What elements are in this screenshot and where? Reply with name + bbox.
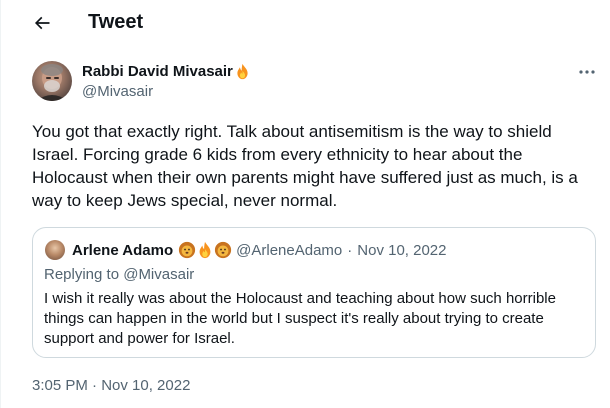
quoted-author-name: Arlene Adamo: [72, 241, 174, 259]
fire-icon: [237, 63, 248, 80]
arrow-left-icon: [34, 16, 50, 30]
page-header: Tweet: [1, 0, 610, 45]
author-handle[interactable]: @Mivasair: [82, 82, 153, 101]
author-name[interactable]: Rabbi David Mivasair: [82, 62, 233, 81]
lion-icon: [179, 241, 196, 259]
avatar-image: [36, 64, 68, 101]
fire-icon: [199, 241, 211, 259]
quoted-tweet-time[interactable]: Nov 10, 2022: [357, 241, 446, 260]
quoted-tweet-header: Arlene Adamo @ArleneAdamo · Nov 10, 2022: [72, 239, 447, 261]
quoted-tweet[interactable]: Arlene Adamo @ArleneAdamo · Nov 10, 2022…: [32, 227, 596, 358]
more-dots-icon: [579, 70, 595, 74]
quoted-author-avatar[interactable]: [45, 240, 65, 260]
lion-icon: [215, 241, 232, 259]
quoted-tweet-text: I wish it really was about the Holocaust…: [44, 290, 556, 347]
replying-to: Replying to @Mivasair: [44, 266, 195, 283]
tweet-text-body: You got that exactly right. Talk about a…: [32, 122, 578, 210]
tweet-page: Tweet Rabbi David Mivasair @Mivasair You…: [0, 0, 610, 408]
more-options-button[interactable]: [576, 62, 598, 82]
separator-dot: ·: [347, 241, 353, 259]
page-title: Tweet: [88, 11, 144, 33]
tweet-text: You got that exactly right. Talk about a…: [32, 120, 602, 212]
author-avatar[interactable]: [32, 61, 72, 101]
back-button[interactable]: [27, 8, 57, 38]
author-name-row: Rabbi David Mivasair: [82, 62, 251, 81]
quoted-author-handle: @ArleneAdamo: [236, 241, 343, 259]
quoted-author-emojis: [178, 241, 232, 259]
tweet-timestamp[interactable]: 3:05 PM · Nov 10, 2022: [32, 376, 190, 395]
